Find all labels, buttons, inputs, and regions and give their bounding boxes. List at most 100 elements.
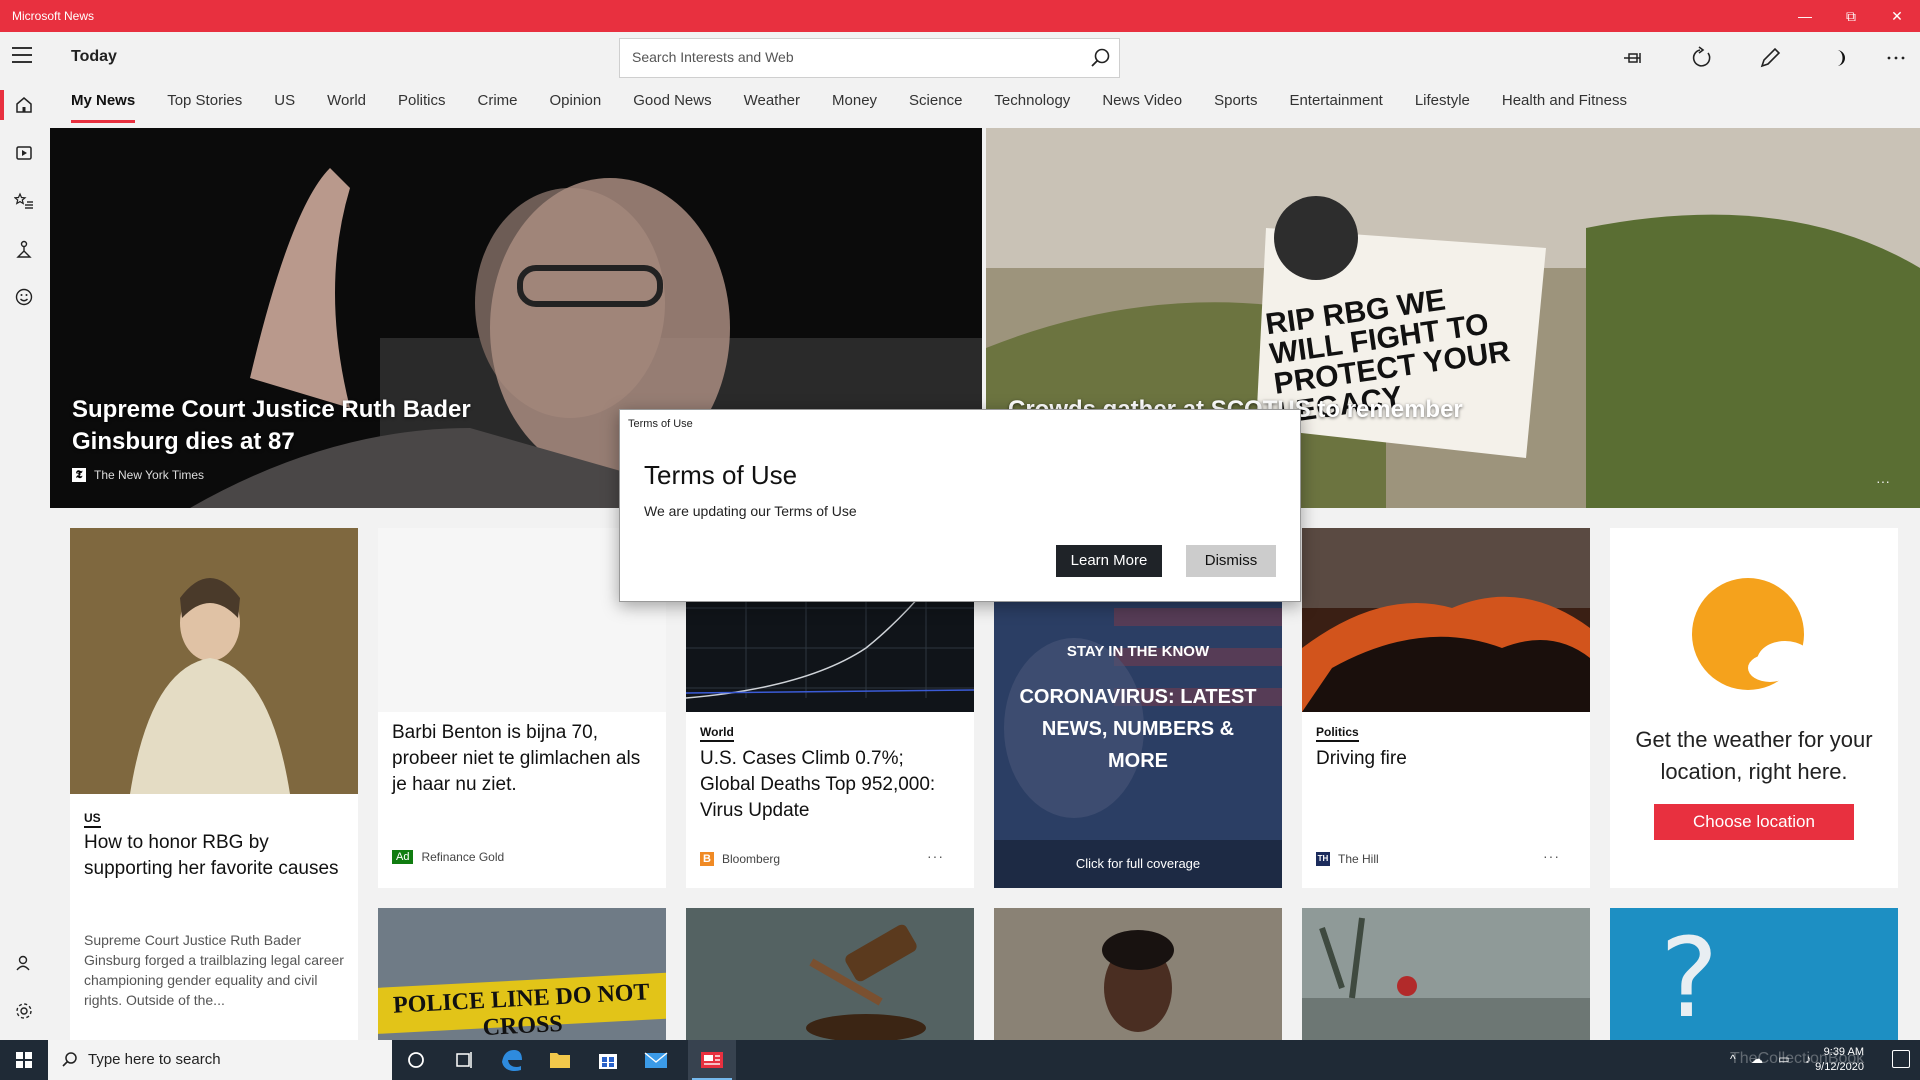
task-view-icon: [456, 1052, 472, 1068]
story-card-gavel[interactable]: [686, 908, 974, 1040]
close-button[interactable]: ✕: [1874, 0, 1920, 32]
story-card-fire[interactable]: Politics Driving fire TH The Hill ···: [1302, 528, 1590, 888]
tab-health-and-fitness[interactable]: Health and Fitness: [1502, 82, 1627, 128]
full-coverage-link[interactable]: Click for full coverage: [994, 840, 1282, 888]
tab-world[interactable]: World: [327, 82, 366, 128]
taskbar-clock[interactable]: 9:39 AM 9/12/2020: [1815, 1045, 1864, 1075]
more-options-icon[interactable]: ···: [1543, 848, 1560, 864]
search-icon[interactable]: [1089, 47, 1111, 69]
fire-photo: [1302, 528, 1590, 712]
dismiss-button[interactable]: Dismiss: [1186, 545, 1276, 577]
dialog-title: Terms of Use: [644, 460, 798, 490]
rail-settings[interactable]: [0, 988, 48, 1034]
card-source: TH The Hill: [1316, 852, 1379, 866]
dark-mode-icon[interactable]: [1824, 44, 1852, 72]
tab-entertainment[interactable]: Entertainment: [1289, 82, 1382, 128]
file-explorer-button[interactable]: [536, 1040, 584, 1080]
smiley-icon: [15, 288, 33, 306]
cortana-button[interactable]: [392, 1040, 440, 1080]
weather-card[interactable]: Get the weather for your location, right…: [1610, 528, 1898, 888]
card-category[interactable]: Politics: [1316, 725, 1359, 742]
more-options-icon[interactable]: [1882, 44, 1910, 72]
rail-home[interactable]: [0, 82, 48, 128]
app-header: Today: [0, 32, 1920, 82]
ad-badge: Ad: [392, 850, 414, 864]
star-list-icon: [14, 192, 33, 209]
story-card-storm[interactable]: [1302, 908, 1590, 1040]
taskbar-search-box[interactable]: [48, 1040, 392, 1080]
story-card-police[interactable]: POLICE LINE DO NOT CROSS: [378, 908, 666, 1040]
rail-interests[interactable]: [0, 178, 48, 224]
card-category[interactable]: World: [700, 725, 734, 742]
hero-left-title[interactable]: Supreme Court Justice Ruth Bader Ginsbur…: [72, 394, 492, 458]
account-icon: [16, 955, 30, 971]
rail-local[interactable]: [0, 226, 48, 272]
nyt-logo-icon: 𝕿: [72, 468, 86, 482]
system-tray[interactable]: ^ ☁ ▭ ♪: [1730, 1052, 1817, 1066]
tab-technology[interactable]: Technology: [994, 82, 1070, 128]
tab-sports[interactable]: Sports: [1214, 82, 1257, 128]
hero-right-more-icon[interactable]: ···: [1876, 473, 1890, 489]
tab-lifestyle[interactable]: Lifestyle: [1415, 82, 1470, 128]
portrait-photo: [994, 908, 1282, 1040]
tab-my-news[interactable]: My News: [71, 82, 136, 128]
kicker-text: STAY IN THE KNOW: [1066, 643, 1210, 660]
mail-button[interactable]: [632, 1040, 680, 1080]
weather-prompt: Get the weather for your location, right…: [1635, 727, 1873, 784]
tab-weather[interactable]: Weather: [744, 82, 800, 128]
card-headline[interactable]: How to honor RBG by supporting her favor…: [84, 830, 344, 882]
window-title: Microsoft News: [12, 9, 95, 23]
rail-feedback[interactable]: [0, 274, 48, 320]
tab-news-video[interactable]: News Video: [1102, 82, 1182, 128]
tab-top-stories[interactable]: Top Stories: [167, 82, 242, 128]
news-app-button[interactable]: [688, 1040, 736, 1080]
card-source-name: The Hill: [1338, 852, 1379, 866]
tab-us[interactable]: US: [274, 82, 295, 128]
dialog-message: We are updating our Terms of Use: [644, 503, 857, 519]
rail-video[interactable]: [0, 130, 48, 176]
card-headline[interactable]: U.S. Cases Climb 0.7%; Global Deaths Top…: [700, 746, 960, 824]
restore-button[interactable]: ⧉: [1828, 0, 1874, 32]
start-button[interactable]: [0, 1040, 48, 1080]
edit-icon[interactable]: [1756, 44, 1784, 72]
story-card-question[interactable]: ?: [1610, 908, 1898, 1040]
clock-time: 9:39 AM: [1823, 1046, 1864, 1058]
tab-crime[interactable]: Crime: [478, 82, 518, 128]
learn-more-button[interactable]: Learn More: [1056, 545, 1162, 577]
title-bar: Microsoft News — ⧉ ✕: [0, 0, 1920, 32]
search-box[interactable]: [619, 38, 1120, 78]
task-view-button[interactable]: [440, 1040, 488, 1080]
rail-account[interactable]: [0, 940, 48, 986]
card-category[interactable]: US: [84, 811, 101, 828]
tab-politics[interactable]: Politics: [398, 82, 446, 128]
tab-good-news[interactable]: Good News: [633, 82, 711, 128]
tab-money[interactable]: Money: [832, 82, 877, 128]
more-options-icon[interactable]: ···: [927, 848, 944, 864]
search-input[interactable]: [632, 49, 1072, 65]
tab-science[interactable]: Science: [909, 82, 962, 128]
menu-icon[interactable]: [12, 47, 36, 67]
edge-button[interactable]: [488, 1040, 536, 1080]
pin-icon[interactable]: [1620, 44, 1648, 72]
storm-photo: [1302, 908, 1590, 1040]
choose-location-button[interactable]: Choose location: [1654, 804, 1854, 840]
ad-headline[interactable]: Barbi Benton is bijna 70, probeer niet t…: [392, 720, 652, 798]
tab-opinion[interactable]: Opinion: [550, 82, 602, 128]
story-card-rbg[interactable]: US How to honor RBG by supporting her fa…: [70, 528, 358, 1040]
card-headline[interactable]: Driving fire: [1316, 746, 1576, 772]
refresh-icon[interactable]: [1688, 44, 1716, 72]
store-button[interactable]: [584, 1040, 632, 1080]
story-card-student[interactable]: [994, 908, 1282, 1040]
question-mark-graphic: ?: [1660, 914, 1719, 1040]
partly-cloudy-icon: [1692, 578, 1818, 690]
minimize-button[interactable]: —: [1782, 0, 1828, 32]
rbg-photo: [70, 528, 358, 794]
news-icon: [701, 1052, 723, 1068]
taskbar-search-input[interactable]: [88, 1051, 378, 1068]
cortana-icon: [408, 1052, 424, 1068]
hero-left-source-name: The New York Times: [94, 468, 205, 482]
coverage-headline[interactable]: CORONAVIRUS: LATEST NEWS, NUMBERS & MORE: [1014, 681, 1262, 777]
gear-icon: [16, 1003, 32, 1019]
home-icon: [16, 97, 32, 113]
notifications-icon[interactable]: [1892, 1050, 1910, 1068]
